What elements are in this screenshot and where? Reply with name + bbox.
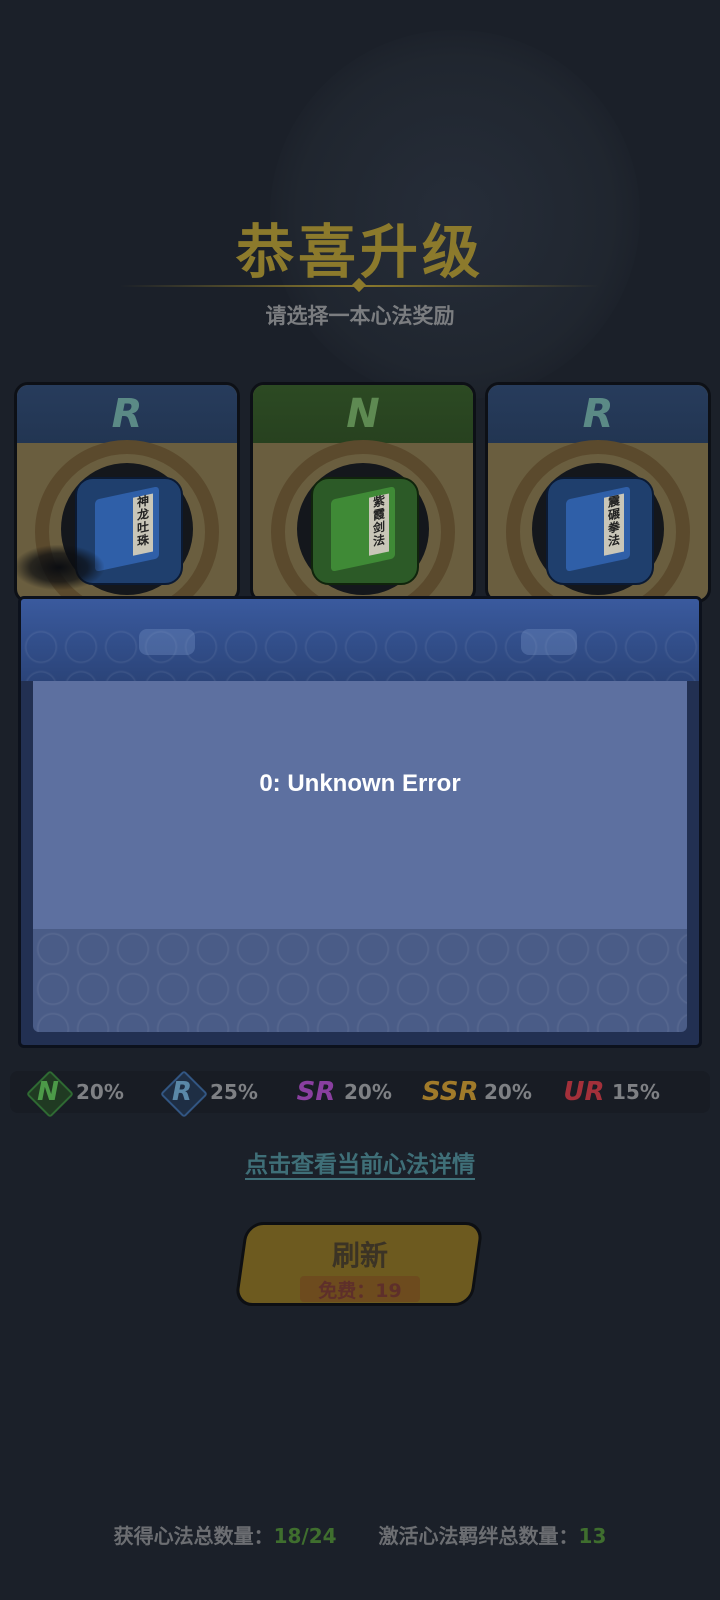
book-cover: 神龙吐珠 <box>95 486 159 572</box>
error-message: 0: Unknown Error <box>259 770 461 797</box>
book-title: 震碾拳法 <box>604 493 624 556</box>
card-rarity-label: R <box>582 391 614 437</box>
dialog-header-tab-right <box>521 629 577 655</box>
book-icon: 紫霞剑法 <box>311 477 419 585</box>
total-label: 获得心法总数量： <box>113 1524 274 1548</box>
dialog-footer-pattern <box>33 929 687 1032</box>
dialog-footer <box>33 929 687 1032</box>
skill-card-3[interactable]: R 震碾拳法 <box>485 382 711 603</box>
rarity-ssr-icon: SSR <box>422 1077 479 1107</box>
dialog-header-tab-left <box>139 629 195 655</box>
rarity-n-icon: N <box>26 1071 70 1113</box>
card-rarity-label: N <box>346 391 380 437</box>
refresh-button-label[interactable]: 刷新 <box>0 1234 720 1274</box>
card-rarity-label: R <box>111 391 143 437</box>
dialog-header <box>21 599 699 681</box>
rarity-sr-icon: SR <box>296 1077 336 1107</box>
rate-ssr: SSR 20% <box>422 1071 532 1113</box>
book-title: 紫霞剑法 <box>369 493 389 556</box>
dialog-body <box>33 681 687 929</box>
error-dialog[interactable] <box>18 596 702 1048</box>
rarity-r-icon: R <box>160 1071 204 1113</box>
book-title: 神龙吐珠 <box>133 493 153 556</box>
rate-ssr-value: 20% <box>484 1080 532 1104</box>
detail-link[interactable]: 点击查看当前心法详情 <box>0 1145 720 1179</box>
rate-r-value: 25% <box>210 1080 258 1104</box>
rate-n: N 20% <box>26 1071 124 1113</box>
detail-link-text[interactable]: 点击查看当前心法详情 <box>245 1152 475 1178</box>
rate-r: R 25% <box>160 1071 258 1113</box>
page-title: 恭喜升级 <box>235 218 484 286</box>
dialog-header-pattern <box>21 627 699 681</box>
book-cover: 紫霞剑法 <box>331 486 395 572</box>
ink-splash-decoration <box>14 545 104 590</box>
book-cover: 震碾拳法 <box>566 486 630 572</box>
rarity-ur-icon: UR <box>563 1077 605 1107</box>
rate-sr: SR 20% <box>294 1071 392 1113</box>
page-subtitle: 请选择一本心法奖励 <box>265 304 455 328</box>
rate-ur: UR 15% <box>562 1071 660 1113</box>
total-value: 18/24 <box>273 1524 337 1548</box>
skill-card-2[interactable]: N 紫霞剑法 <box>250 382 476 603</box>
rate-n-value: 20% <box>76 1080 124 1104</box>
book-icon: 震碾拳法 <box>546 477 654 585</box>
rate-ur-value: 15% <box>612 1080 660 1104</box>
bond-label: 激活心法羁绊总数量： <box>378 1524 579 1548</box>
footer-stats: 获得心法总数量：18/24 激活心法羁绊总数量：13 <box>0 1520 720 1549</box>
refresh-free-count: 免费：19 <box>300 1276 420 1302</box>
bond-value: 13 <box>578 1524 607 1548</box>
rate-sr-value: 20% <box>344 1080 392 1104</box>
